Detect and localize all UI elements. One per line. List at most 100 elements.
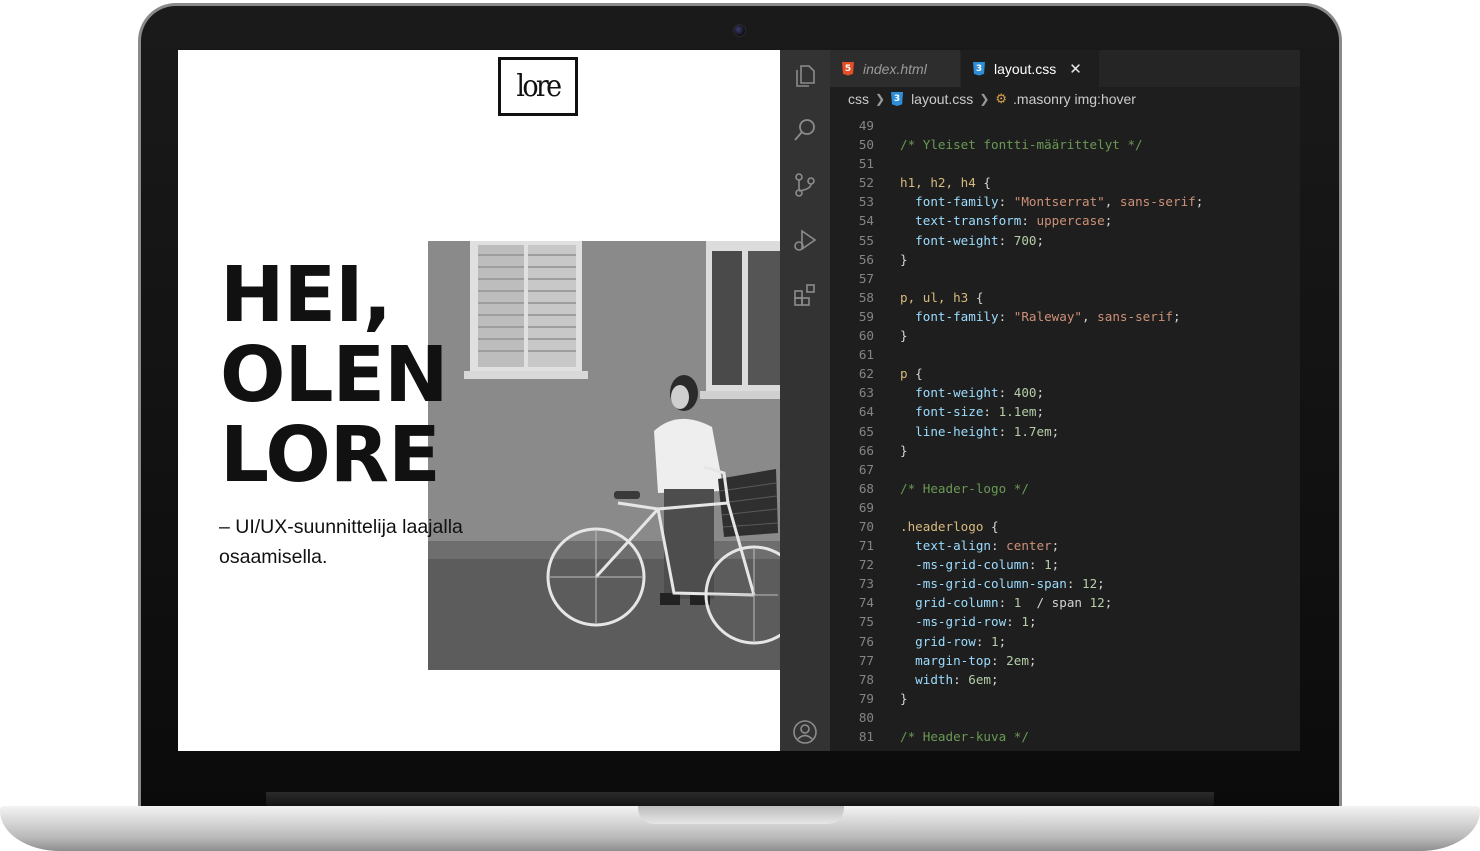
code-line[interactable]: 79}	[830, 689, 1300, 708]
code-line[interactable]: 70 .headerlogo {	[830, 517, 1300, 536]
source-control-icon[interactable]	[791, 171, 819, 199]
code-line[interactable]: 68 /* Header-logo */	[830, 479, 1300, 498]
line-number: 63	[858, 385, 874, 401]
line-number: 68	[858, 480, 874, 496]
line-number: 59	[858, 308, 874, 324]
code-token: p	[900, 366, 908, 382]
line-number: 54	[858, 213, 874, 229]
code-token: 1	[991, 633, 999, 649]
code-line[interactable]: 55 font-weight: 700;	[830, 231, 1300, 250]
code-line[interactable]: 57	[830, 269, 1300, 288]
code-token: uppercase	[1036, 213, 1105, 229]
code-line[interactable]: 58 p, ul, h3 {	[830, 288, 1300, 307]
code-line[interactable]: 60}	[830, 326, 1300, 345]
code-token: h1, h2, h4	[900, 175, 976, 191]
code-line[interactable]: 81 /* Header-kuva */	[830, 727, 1300, 746]
code-token: grid-row	[915, 633, 976, 649]
code-line[interactable]: 54 text-transform: uppercase;	[830, 211, 1300, 230]
line-number: 80	[858, 709, 874, 725]
code-line[interactable]: 73 -ms-grid-column-span: 12;	[830, 574, 1300, 593]
code-line[interactable]: 71 text-align: center;	[830, 536, 1300, 555]
breadcrumb-file[interactable]: layout.css	[911, 91, 973, 107]
code-token: :	[953, 671, 969, 687]
code-line[interactable]: 63 font-weight: 400;	[830, 383, 1300, 402]
code-text: h1, h2, h4 {	[874, 173, 991, 192]
run-debug-icon[interactable]	[791, 226, 819, 254]
code-line[interactable]: 56}	[830, 250, 1300, 269]
code-token: {	[983, 518, 999, 534]
laptop-screen: lore HEI, OLEN LORE – UI/UX-suunnittelij…	[178, 50, 1300, 751]
code-line[interactable]: 77 margin-top: 2em;	[830, 651, 1300, 670]
code-line[interactable]: 52 h1, h2, h4 {	[830, 173, 1300, 192]
code-line[interactable]: 64 font-size: 1.1em;	[830, 402, 1300, 421]
code-token: :	[998, 308, 1014, 324]
code-token: p, ul, h3	[900, 289, 969, 305]
code-token: :	[1066, 576, 1082, 592]
line-number: 67	[858, 461, 874, 477]
line-number: 58	[858, 289, 874, 305]
code-token: 1	[1021, 614, 1029, 630]
code-line[interactable]: 67	[830, 460, 1300, 479]
extensions-icon[interactable]	[791, 281, 819, 309]
code-line[interactable]: 75 -ms-grid-row: 1;	[830, 612, 1300, 631]
code-token: line-height	[915, 423, 999, 439]
code-line[interactable]: 76 grid-row: 1;	[830, 632, 1300, 651]
code-text: p, ul, h3 {	[874, 288, 983, 307]
code-token: ;	[1036, 232, 1045, 248]
code-line[interactable]: 72 -ms-grid-column: 1;	[830, 555, 1300, 574]
code-text: .headerlogo {	[874, 517, 999, 536]
code-token: "Raleway"	[1013, 308, 1082, 324]
code-line[interactable]: 50 /* Yleiset fontti-määrittelyt */	[830, 135, 1300, 154]
account-icon[interactable]	[791, 718, 819, 746]
code-token: ,	[1082, 308, 1098, 324]
site-logo[interactable]: lore	[498, 57, 578, 116]
line-number: 76	[858, 633, 874, 649]
code-line[interactable]: 66}	[830, 441, 1300, 460]
code-token: 1.1em	[998, 404, 1037, 420]
code-token: }	[900, 251, 908, 267]
code-line[interactable]: 65 line-height: 1.7em;	[830, 422, 1300, 441]
code-token: ;	[1051, 538, 1060, 554]
code-line[interactable]: 62 p {	[830, 364, 1300, 383]
tab-layout-css[interactable]: 3 layout.css ✕	[961, 50, 1099, 87]
code-token: :	[1028, 557, 1045, 573]
code-text: font-weight: 400;	[874, 383, 1044, 402]
code-token: ;	[1036, 385, 1045, 401]
code-text: /* Header-logo */	[874, 479, 1029, 498]
line-number: 61	[858, 347, 874, 363]
code-token: 2em	[1006, 652, 1029, 668]
code-line[interactable]: 51	[830, 154, 1300, 173]
code-token: ;	[1097, 576, 1105, 592]
code-line[interactable]: 59 font-family: "Raleway", sans-serif;	[830, 307, 1300, 326]
code-line[interactable]: 69	[830, 498, 1300, 517]
code-token: ;	[1104, 213, 1113, 229]
code-line[interactable]: 80	[830, 708, 1300, 727]
code-token: {	[968, 289, 984, 305]
code-line[interactable]: 53 font-family: "Montserrat", sans-serif…	[830, 192, 1300, 211]
laptop-notch	[638, 806, 844, 824]
code-line[interactable]: 78 width: 6em;	[830, 670, 1300, 689]
editor-tabbar: 5 index.html 3 layout.css ✕	[830, 50, 1300, 87]
line-number: 51	[858, 156, 874, 172]
breadcrumb-folder[interactable]: css	[848, 91, 869, 107]
code-token: /* Header-logo */	[900, 480, 1029, 496]
line-number: 62	[858, 366, 874, 382]
explorer-icon[interactable]	[791, 62, 819, 90]
tab-index-html[interactable]: 5 index.html	[830, 50, 960, 87]
breadcrumb-symbol[interactable]: .masonry img:hover	[1013, 91, 1136, 107]
tab-label: layout.css	[994, 60, 1057, 77]
close-icon[interactable]: ✕	[1069, 60, 1082, 78]
code-line[interactable]: 49	[830, 116, 1300, 135]
line-number: 79	[858, 690, 874, 706]
search-icon[interactable]	[791, 116, 819, 144]
code-line[interactable]: 74 grid-column: 1 / span 12;	[830, 593, 1300, 612]
code-line[interactable]: 61	[830, 345, 1300, 364]
chevron-right-icon: ❯	[875, 92, 886, 106]
code-token: font-family	[915, 194, 999, 210]
code-area[interactable]: 49 50 /* Yleiset fontti-määrittelyt */ 51 52…	[830, 116, 1300, 751]
